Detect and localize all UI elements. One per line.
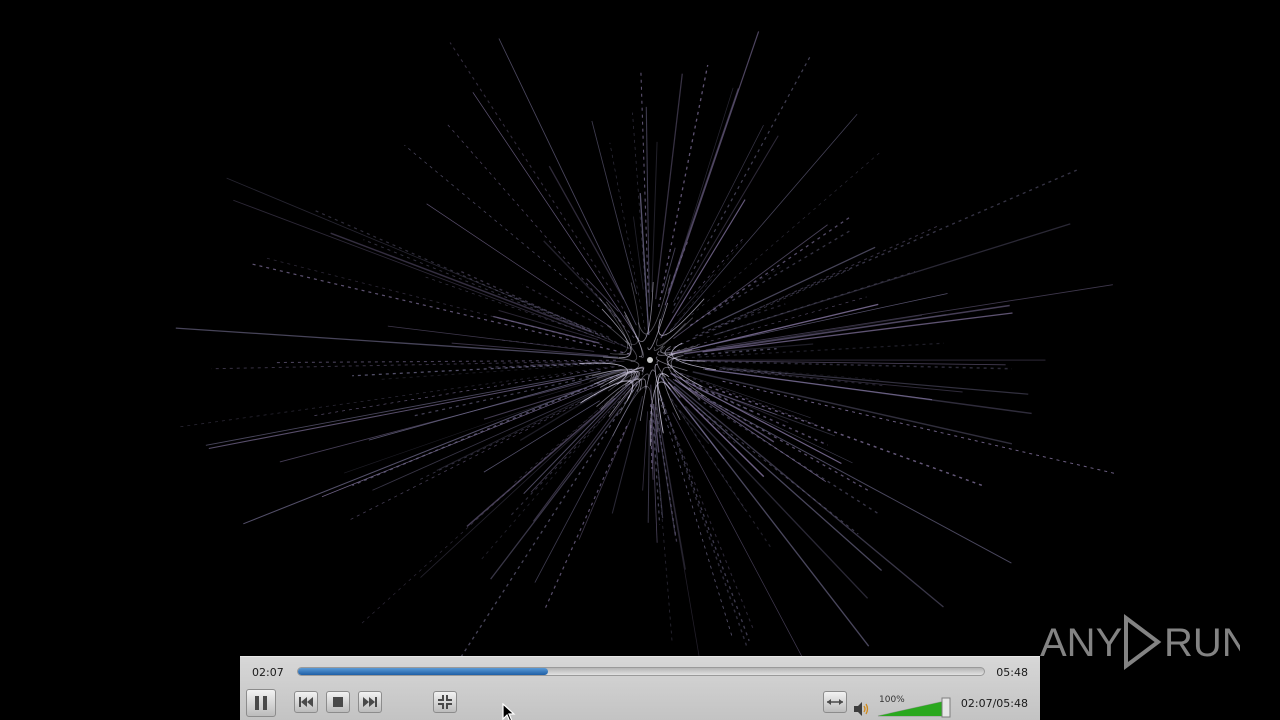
firework-streak — [706, 267, 781, 313]
skip-next-icon — [363, 697, 377, 707]
firework-core-trail — [635, 281, 654, 342]
next-button[interactable] — [358, 691, 382, 713]
firework-streak — [538, 375, 611, 399]
watermark-text-left: ANY — [1040, 621, 1122, 665]
stop-icon — [333, 697, 343, 707]
watermark-text-right: RUN — [1164, 621, 1240, 665]
firework-streak — [680, 362, 881, 381]
aspect-stretch-icon — [827, 699, 843, 705]
total-time: 05:48 — [996, 666, 1028, 679]
firework-streak — [591, 120, 638, 295]
firework-streak — [226, 177, 593, 331]
anyrun-watermark: ANY RUN — [1040, 612, 1240, 672]
firework-streak — [664, 31, 760, 306]
firework-streak — [420, 390, 623, 578]
firework-core-trail — [624, 282, 640, 345]
firework-streak — [510, 400, 620, 516]
firework-core — [647, 357, 653, 363]
firework-streak — [233, 199, 616, 345]
firework-streak — [344, 390, 581, 474]
firework-streak — [451, 342, 609, 357]
exit-fullscreen-button[interactable] — [433, 691, 457, 713]
exit-fullscreen-icon — [438, 695, 452, 709]
firework-streak — [667, 416, 754, 629]
firework-streak — [695, 169, 1077, 337]
firework-streak — [548, 165, 625, 300]
firework-streak — [697, 407, 859, 535]
firework-streak — [330, 232, 592, 333]
pause-button[interactable] — [246, 689, 276, 717]
firework-streak — [647, 420, 650, 523]
firework-streak — [177, 365, 614, 428]
firework-core-trail — [607, 325, 637, 362]
firework-streak — [472, 92, 639, 340]
firework-streak — [702, 368, 1032, 415]
elapsed-time: 02:07 — [252, 666, 284, 679]
firework-streak — [667, 377, 944, 608]
aspect-stretch-button[interactable] — [823, 691, 847, 713]
firework-streak — [719, 366, 1029, 395]
volume-slider[interactable] — [876, 696, 952, 718]
firework-streak — [689, 216, 851, 327]
firework-streak — [378, 362, 616, 380]
media-player-fullscreen: ANY RUN 02:07 05:48 100% 02:07/05:48 — [0, 0, 1280, 720]
fullscreen-controller: 02:07 05:48 100% 02:07/05:48 — [240, 656, 1040, 720]
firework-streak — [279, 382, 582, 463]
firework-streak — [667, 381, 765, 478]
seek-bar[interactable] — [297, 667, 985, 676]
firework-streak — [251, 263, 631, 355]
firework-streak — [404, 144, 600, 307]
firework-streak — [449, 42, 624, 309]
firework-streak — [667, 88, 739, 294]
stop-button[interactable] — [326, 691, 350, 713]
firework-streak — [363, 239, 605, 338]
firework-streak — [175, 327, 619, 359]
firework-streak — [372, 392, 593, 491]
mouse-cursor-icon — [502, 703, 516, 720]
skip-previous-icon — [299, 697, 313, 707]
firework-streaks — [175, 31, 1115, 691]
firework-streak — [702, 246, 876, 329]
pause-icon — [255, 696, 267, 710]
firework-streak — [672, 378, 827, 482]
firework-streak — [530, 385, 631, 493]
firework-streak — [426, 203, 612, 328]
firework-streak — [658, 64, 709, 308]
previous-button[interactable] — [294, 691, 318, 713]
firework-streak — [498, 339, 575, 349]
firework-streak — [274, 359, 616, 364]
play-logo-icon — [1124, 614, 1162, 670]
firework-streak — [672, 412, 821, 691]
time-position-display: 02:07/05:48 — [960, 697, 1028, 710]
firework-streak — [368, 369, 622, 441]
seek-bar-fill — [298, 668, 549, 675]
firework-streak — [651, 141, 658, 293]
firework-streak — [498, 309, 599, 341]
firework-streak — [361, 376, 635, 624]
firework-streak — [684, 405, 869, 599]
firework-streak — [673, 54, 812, 306]
firework-streak — [543, 240, 623, 323]
firework-streak — [662, 247, 676, 294]
speaker-icon[interactable] — [854, 702, 870, 716]
firework-streak — [722, 380, 1115, 474]
firework-streak — [478, 381, 635, 563]
firework-streak — [498, 38, 637, 326]
volume-knob[interactable] — [941, 697, 951, 718]
firework-streak — [642, 411, 648, 491]
firework-streak — [707, 229, 852, 316]
firework-streak — [702, 312, 1013, 353]
firework-streak — [446, 383, 638, 679]
